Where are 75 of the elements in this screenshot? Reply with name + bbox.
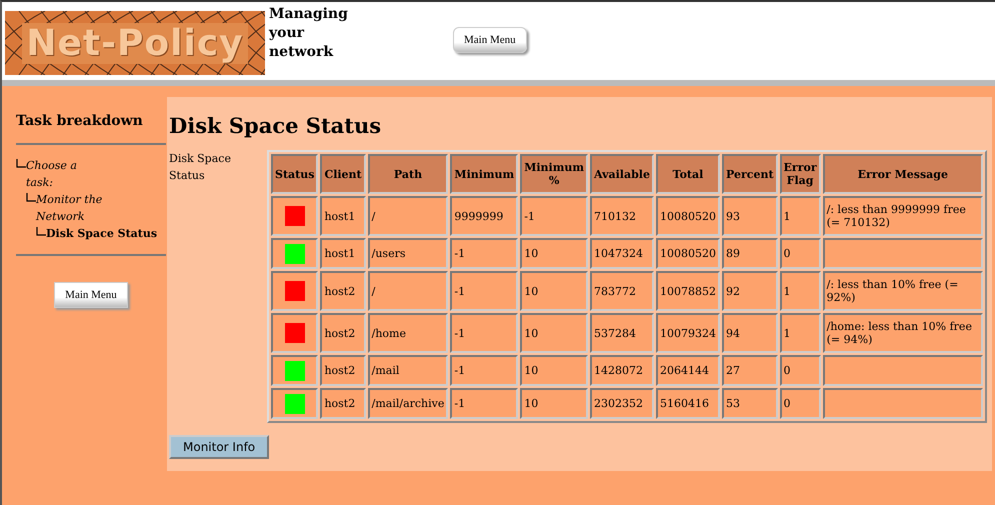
table-cell: host2 xyxy=(324,326,356,340)
main-menu-button[interactable]: Main Menu xyxy=(453,27,527,53)
table-cell: / xyxy=(372,284,376,298)
table-cell: /home: less than 10% free (= 94%) xyxy=(826,320,972,346)
column-header: Minimum xyxy=(450,154,518,194)
table-cell: 5160416 xyxy=(660,397,709,410)
table-cell: -1 xyxy=(454,247,466,260)
tree-connector-icon xyxy=(16,159,26,168)
table-cell: 10080520 xyxy=(660,210,716,222)
table-cell: 10 xyxy=(524,284,538,298)
table-cell: /home xyxy=(372,326,406,340)
table-cell: -1 xyxy=(454,326,466,340)
table-cell: 53 xyxy=(726,397,740,410)
table-cell: 2302352 xyxy=(594,397,644,410)
table-cell: 1 xyxy=(784,326,791,340)
table-cell: host1 xyxy=(324,210,356,222)
column-header: Error Message xyxy=(822,154,983,194)
table-cell: /mail/archive xyxy=(372,397,444,410)
sidebar-title: Task breakdown xyxy=(16,113,144,129)
table-cell: /: less than 10% free (= 92%) xyxy=(826,278,958,304)
table-cell: 10 xyxy=(524,397,538,410)
column-header: Status xyxy=(271,154,318,194)
main-menu-button[interactable]: Main Menu xyxy=(54,282,128,308)
table-cell: -1 xyxy=(454,364,466,377)
tree-item: Disk Space Status xyxy=(46,226,158,242)
table-cell: 27 xyxy=(726,364,740,377)
table-cell: 10 xyxy=(524,364,538,377)
column-header: Error Flag xyxy=(780,154,821,194)
column-header: Percent xyxy=(722,154,778,194)
column-header: Available xyxy=(590,154,654,194)
table-cell: /users xyxy=(372,247,406,260)
table-cell: 89 xyxy=(726,247,740,260)
table-cell: 92 xyxy=(726,284,740,298)
table-cell: 9999999 xyxy=(454,210,504,222)
column-header: Minimum % xyxy=(520,154,588,194)
section-label: Disk Space Status xyxy=(169,151,232,184)
table-cell: 93 xyxy=(726,210,740,222)
table-cell: -1 xyxy=(524,210,535,222)
tree-item[interactable]: Monitor the Network xyxy=(36,191,116,225)
table-cell: -1 xyxy=(454,284,466,298)
table-cell: host2 xyxy=(324,364,356,377)
tree-item[interactable]: Choose a task: xyxy=(26,157,86,191)
column-header: Path xyxy=(368,154,448,194)
table-cell: 783772 xyxy=(594,284,636,298)
table-cell: 94 xyxy=(726,326,740,340)
table-cell: 10 xyxy=(524,326,538,340)
tree-connector-icon xyxy=(26,193,36,202)
logo: Net-Policy xyxy=(5,11,265,75)
tagline: Managing your network xyxy=(269,5,349,62)
table-cell: 10079324 xyxy=(660,326,716,340)
table-cell: host2 xyxy=(324,284,356,298)
table-cell: 537284 xyxy=(594,326,636,340)
table-cell: /: less than 9999999 free (= 710132) xyxy=(826,203,966,229)
table-cell: / xyxy=(372,210,376,222)
table-cell: 0 xyxy=(784,364,791,377)
column-header: Total xyxy=(656,154,720,194)
table-cell: 0 xyxy=(784,247,791,260)
table-cell: 10080520 xyxy=(660,247,716,260)
table-cell: 2064144 xyxy=(660,364,709,377)
table-cell: 1 xyxy=(784,284,791,298)
monitor-info-button[interactable]: Monitor Info xyxy=(169,435,270,459)
table-cell: 10078852 xyxy=(660,284,716,298)
table-cell: host1 xyxy=(324,247,356,260)
table-cell: -1 xyxy=(454,397,466,410)
column-header: Client xyxy=(320,154,366,194)
page-title: Disk Space Status xyxy=(169,113,382,138)
table-cell: 1428072 xyxy=(594,364,644,377)
table-cell: 1 xyxy=(784,210,791,222)
table-cell: 1047324 xyxy=(594,247,644,260)
table-cell: 710132 xyxy=(594,210,636,222)
table-cell: 0 xyxy=(784,397,791,410)
table-cell: 10 xyxy=(524,247,538,260)
tree-connector-icon xyxy=(36,227,46,236)
table-cell: host2 xyxy=(324,397,356,410)
table-cell: /mail xyxy=(372,364,400,377)
